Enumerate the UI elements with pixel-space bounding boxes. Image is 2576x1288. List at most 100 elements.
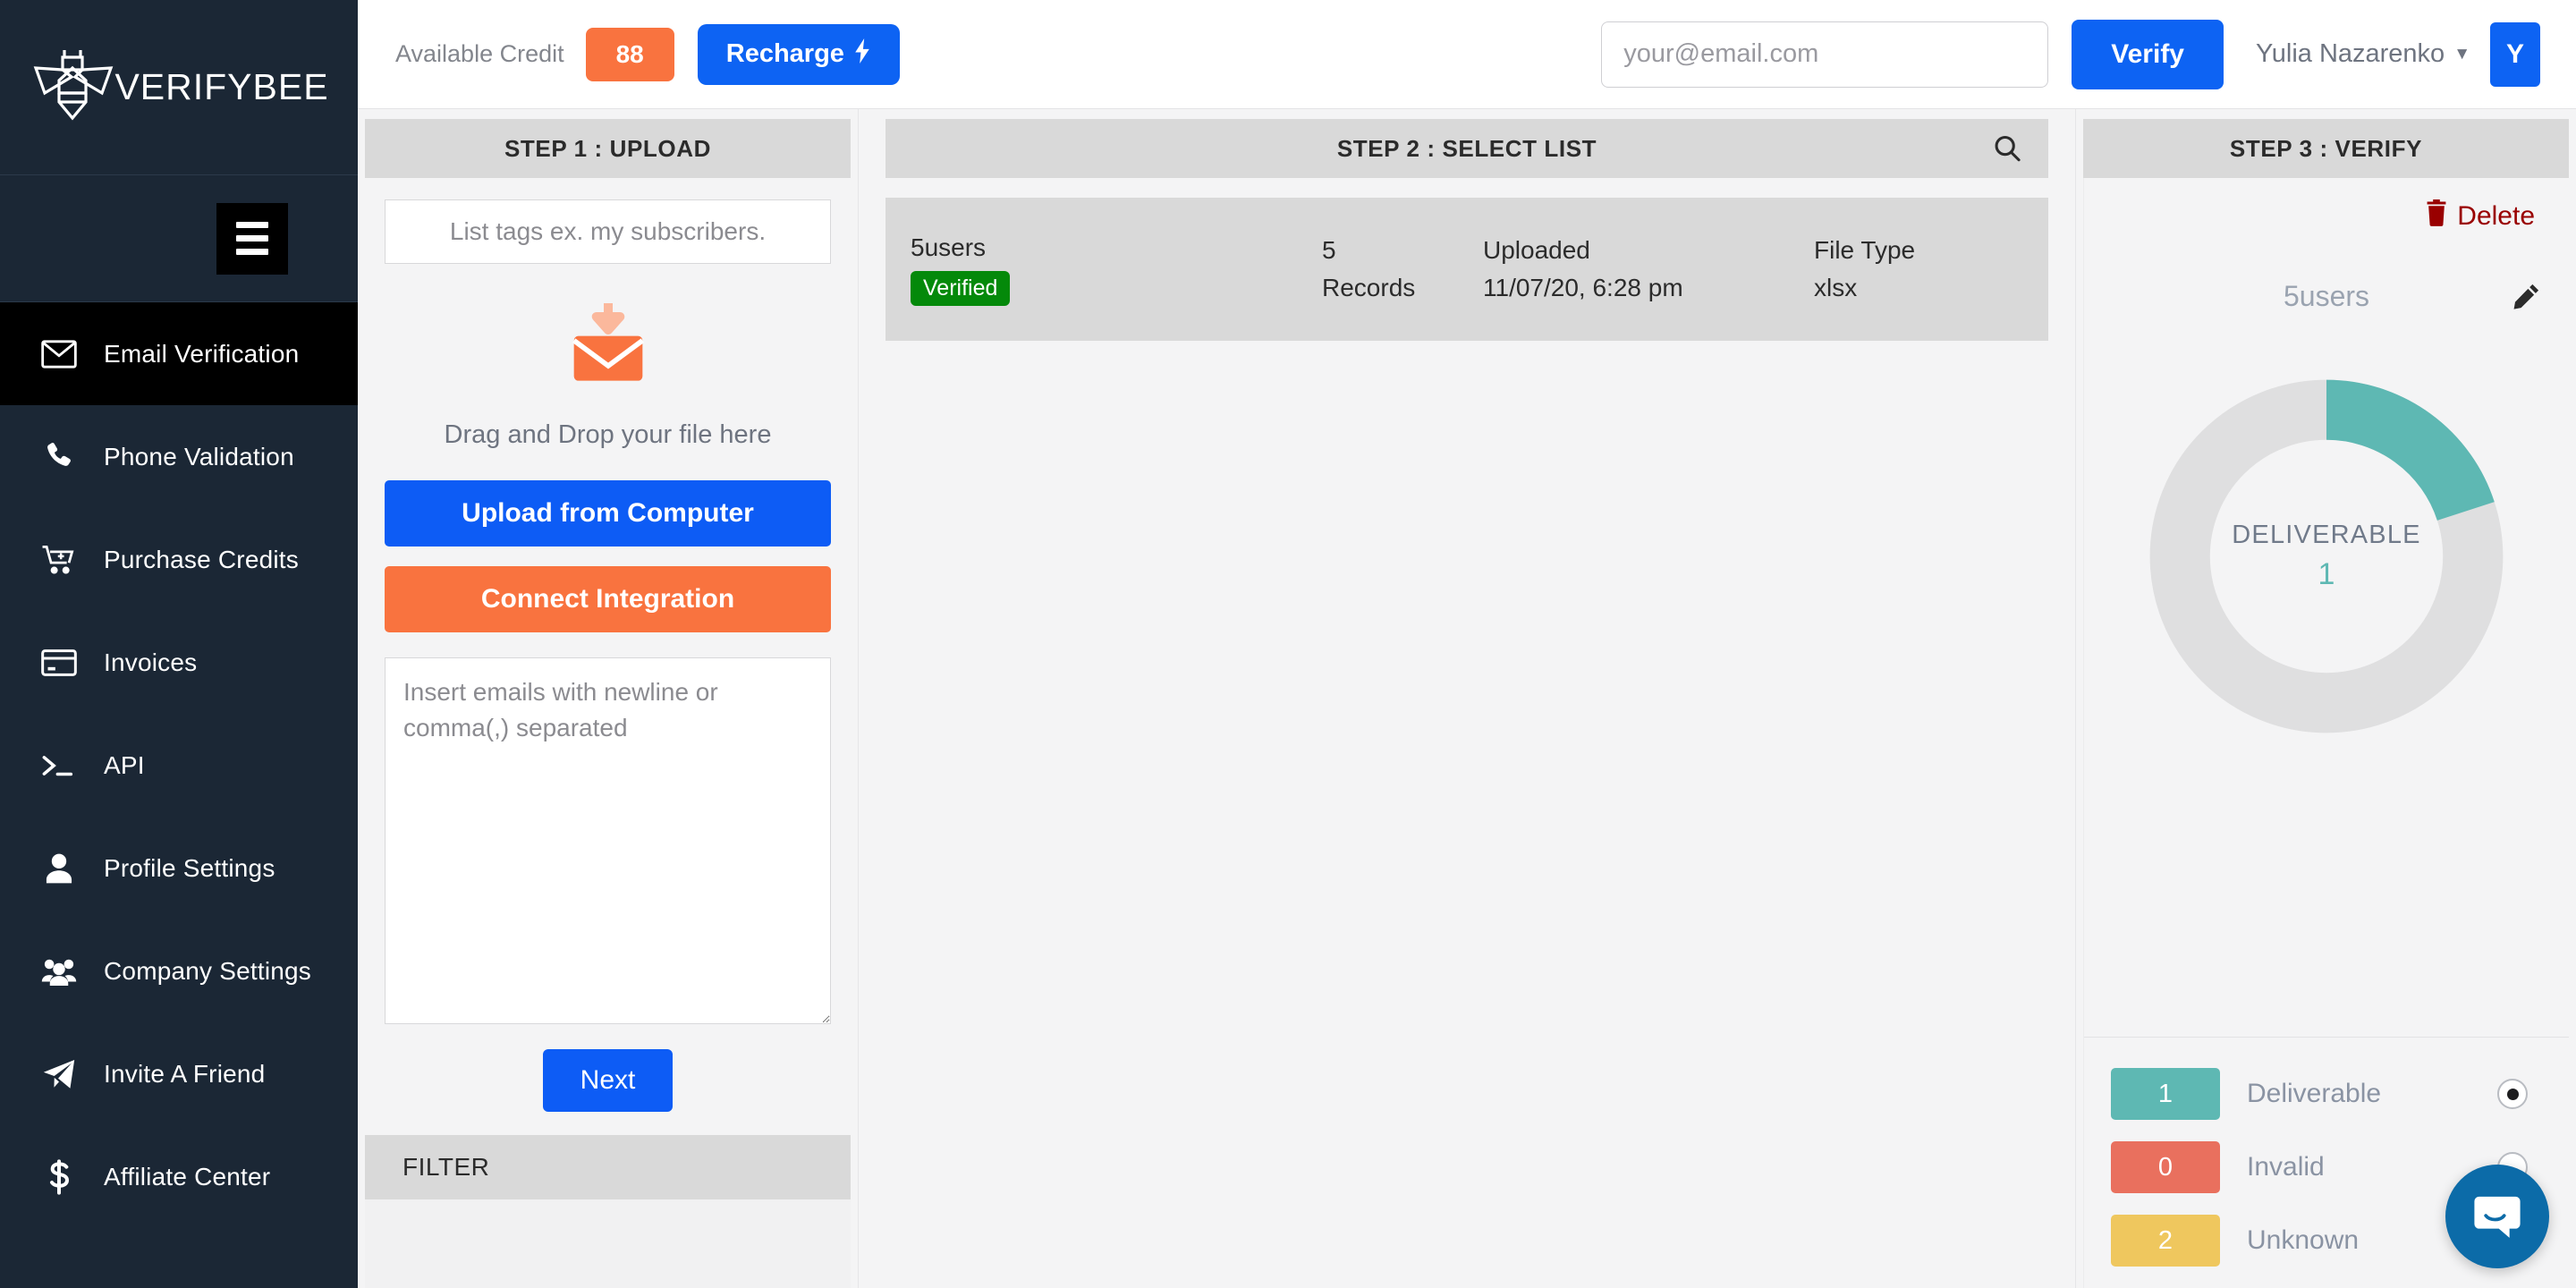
filter-body bbox=[365, 1199, 851, 1288]
sidebar-item-label: Affiliate Center bbox=[104, 1162, 271, 1191]
next-button[interactable]: Next bbox=[542, 1049, 674, 1112]
sidebar-item-label: Profile Settings bbox=[104, 853, 275, 882]
list-name: 5users bbox=[911, 233, 987, 261]
hamburger-menu-icon[interactable] bbox=[216, 202, 288, 275]
records-count: 5 bbox=[1322, 236, 1336, 264]
pencil-edit-icon[interactable] bbox=[2512, 283, 2540, 311]
step2-panel: STEP 2 : SELECT LIST 5users Verified 5 R… bbox=[859, 109, 2075, 1288]
users-group-icon bbox=[39, 952, 79, 991]
cart-plus-icon bbox=[39, 540, 79, 580]
available-credit-value: 88 bbox=[585, 27, 674, 81]
sidebar: VERIFYBEE Email Verification Phone Valid… bbox=[0, 0, 358, 1288]
uploaded-cell: Uploaded 11/07/20, 6:28 pm bbox=[1483, 236, 1814, 302]
chevron-down-icon: ▼ bbox=[2453, 44, 2470, 64]
sidebar-item-label: Invoices bbox=[104, 648, 198, 676]
donut-svg bbox=[2149, 379, 2504, 733]
delete-button[interactable]: Delete bbox=[2425, 199, 2535, 233]
filter-header: FILTER bbox=[365, 1135, 851, 1199]
user-icon bbox=[39, 849, 79, 888]
sidebar-item-label: Email Verification bbox=[104, 339, 300, 368]
records-label: Records bbox=[1322, 274, 1416, 301]
sidebar-item-invoices[interactable]: Invoices bbox=[0, 611, 358, 714]
email-input[interactable] bbox=[1601, 21, 2049, 88]
recharge-button[interactable]: Recharge bbox=[697, 23, 900, 85]
legend-label: Unknown bbox=[2247, 1225, 2360, 1255]
user-name-label: Yulia Nazarenko bbox=[2256, 39, 2445, 68]
list-container: 5users Verified 5 Records Uploaded 11/07… bbox=[886, 178, 2048, 341]
paper-plane-icon bbox=[39, 1055, 79, 1094]
drop-zone-text: Drag and Drop your file here bbox=[444, 420, 772, 449]
step3-panel: STEP 3 : VERIFY Delete 5users DELIVERABL… bbox=[2075, 109, 2576, 1288]
file-drop-zone[interactable]: Drag and Drop your file here bbox=[385, 264, 831, 466]
filetype-label: File Type bbox=[1814, 236, 1916, 264]
sidebar-item-api[interactable]: API bbox=[0, 714, 358, 817]
sidebar-item-company-settings[interactable]: Company Settings bbox=[0, 919, 358, 1022]
phone-icon bbox=[39, 437, 79, 477]
available-credit-label: Available Credit bbox=[395, 40, 564, 67]
step1-header: STEP 1 : UPLOAD bbox=[365, 119, 851, 178]
emails-textarea[interactable] bbox=[385, 657, 831, 1024]
sidebar-item-profile-settings[interactable]: Profile Settings bbox=[0, 817, 358, 919]
selected-list-row: 5users bbox=[2084, 280, 2569, 313]
sidebar-item-phone-validation[interactable]: Phone Validation bbox=[0, 405, 358, 508]
step2-header: STEP 2 : SELECT LIST bbox=[886, 119, 2048, 178]
brand-logo[interactable]: VERIFYBEE bbox=[0, 0, 358, 175]
envelope-download-icon bbox=[559, 294, 657, 397]
table-row[interactable]: 5users Verified 5 Records Uploaded 11/07… bbox=[886, 198, 2048, 341]
app-root: VERIFYBEE Email Verification Phone Valid… bbox=[0, 0, 2576, 1288]
sidebar-item-label: API bbox=[104, 750, 145, 779]
user-menu[interactable]: Yulia Nazarenko ▼ bbox=[2256, 39, 2470, 69]
bee-logo-icon bbox=[29, 45, 127, 130]
legend-item-deliverable[interactable]: 1 Deliverable bbox=[2111, 1068, 2542, 1120]
search-icon[interactable] bbox=[1993, 134, 2021, 163]
sidebar-nav: Email Verification Phone Validation Purc… bbox=[0, 302, 358, 1228]
uploaded-label: Uploaded bbox=[1483, 236, 1590, 264]
legend-count: 0 bbox=[2111, 1141, 2220, 1193]
sidebar-item-affiliate-center[interactable]: Affiliate Center bbox=[0, 1125, 358, 1228]
verify-button[interactable]: Verify bbox=[2072, 19, 2224, 89]
sidebar-toggle-area bbox=[0, 175, 358, 302]
filetype-cell: File Type xlsx bbox=[1814, 236, 2029, 302]
uploaded-value: 11/07/20, 6:28 pm bbox=[1483, 274, 1683, 301]
sidebar-item-label: Purchase Credits bbox=[104, 545, 299, 573]
legend-count: 1 bbox=[2111, 1068, 2220, 1120]
selected-list-name: 5users bbox=[2283, 280, 2370, 312]
step3-header: STEP 3 : VERIFY bbox=[2083, 119, 2569, 178]
avatar[interactable]: Y bbox=[2490, 21, 2540, 87]
sidebar-item-purchase-credits[interactable]: Purchase Credits bbox=[0, 508, 358, 611]
brand-name: VERIFYBEE bbox=[114, 66, 329, 107]
legend-label: Invalid bbox=[2247, 1152, 2325, 1182]
records-cell: 5 Records bbox=[1322, 236, 1483, 302]
intercom-chat-icon[interactable] bbox=[2445, 1165, 2549, 1268]
step3-body: Delete 5users DELIVERABLE 1 1 Deliverabl… bbox=[2083, 178, 2569, 1288]
connect-integration-button[interactable]: Connect Integration bbox=[385, 566, 831, 632]
dollar-sign-icon bbox=[39, 1157, 79, 1197]
step1-panel: STEP 1 : UPLOAD Drag and Drop your file … bbox=[358, 109, 859, 1288]
lightning-bolt-icon bbox=[853, 38, 871, 71]
deliverable-donut-chart: DELIVERABLE 1 bbox=[2084, 369, 2569, 744]
recharge-label: Recharge bbox=[725, 39, 844, 68]
delete-label: Delete bbox=[2457, 201, 2535, 231]
credit-card-icon bbox=[39, 643, 79, 682]
sidebar-item-invite-a-friend[interactable]: Invite A Friend bbox=[0, 1022, 358, 1125]
sidebar-item-label: Invite A Friend bbox=[104, 1059, 266, 1088]
legend-label: Deliverable bbox=[2247, 1079, 2382, 1108]
main-area: Available Credit 88 Recharge Verify Yuli… bbox=[358, 0, 2576, 1288]
legend-radio-deliverable[interactable] bbox=[2497, 1079, 2528, 1109]
topbar: Available Credit 88 Recharge Verify Yuli… bbox=[358, 0, 2576, 109]
status-badge: Verified bbox=[911, 270, 1011, 306]
step1-body: Drag and Drop your file here Upload from… bbox=[365, 178, 851, 1135]
sidebar-item-email-verification[interactable]: Email Verification bbox=[0, 302, 358, 405]
sidebar-item-label: Phone Validation bbox=[104, 442, 294, 470]
content-columns: STEP 1 : UPLOAD Drag and Drop your file … bbox=[358, 109, 2576, 1288]
terminal-prompt-icon bbox=[39, 746, 79, 785]
list-tags-input[interactable] bbox=[385, 199, 831, 264]
filetype-value: xlsx bbox=[1814, 274, 1858, 301]
legend-count: 2 bbox=[2111, 1215, 2220, 1267]
sidebar-item-label: Company Settings bbox=[104, 956, 311, 985]
envelope-icon bbox=[39, 335, 79, 374]
trash-icon bbox=[2425, 199, 2448, 233]
list-name-cell: 5users Verified bbox=[911, 233, 1322, 306]
upload-from-computer-button[interactable]: Upload from Computer bbox=[385, 480, 831, 547]
step2-header-label: STEP 2 : SELECT LIST bbox=[1336, 134, 1597, 162]
